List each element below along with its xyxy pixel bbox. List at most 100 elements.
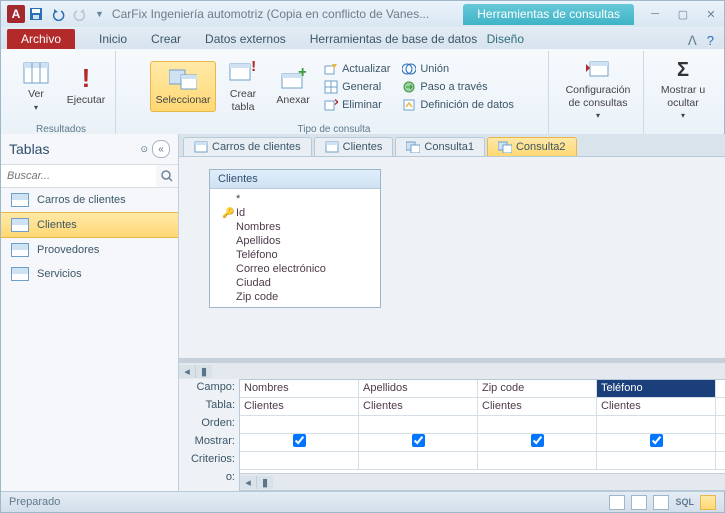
nav-item-carros-de-clientes[interactable]: Carros de clientes (1, 188, 178, 212)
grid-cell[interactable] (359, 416, 478, 433)
field-zip-code[interactable]: Zip code (210, 290, 380, 304)
tab-datos-externos[interactable]: Datos externos (193, 29, 298, 49)
grid-cell[interactable] (478, 434, 597, 451)
grid-cell[interactable] (478, 416, 597, 433)
grid-table[interactable]: NombresApellidosZip codeTeléfonoClientes… (239, 379, 725, 491)
mostrar-ocultar-button[interactable]: Σ Mostrar u ocultar▾ (654, 51, 712, 126)
tab-inicio[interactable]: Inicio (87, 29, 139, 49)
grid-cell[interactable] (359, 452, 478, 469)
show-checkbox[interactable] (412, 434, 425, 447)
datasheet-view-icon[interactable] (609, 495, 625, 510)
search-input[interactable] (1, 165, 156, 187)
close-button[interactable]: ✕ (704, 8, 718, 21)
doc-tab-consulta2[interactable]: Consulta2 (487, 137, 577, 156)
grid-cell[interactable]: Clientes (240, 398, 359, 415)
tab-diseno[interactable]: Diseño (457, 29, 554, 49)
ejecutar-button[interactable]: ! Ejecutar (63, 61, 109, 112)
undo-icon[interactable] (51, 7, 65, 21)
nav-collapse-button[interactable]: « (152, 140, 170, 158)
svg-text:!: ! (251, 61, 256, 75)
config-label: Configuración de consultas (562, 84, 634, 109)
field-ciudad[interactable]: Ciudad (210, 276, 380, 290)
grid-label: o: (179, 469, 235, 487)
sql-view-button[interactable]: SQL (675, 497, 694, 507)
maximize-button[interactable]: ▢ (676, 8, 690, 21)
grid-cell[interactable] (478, 452, 597, 469)
ver-button[interactable]: Ver▾ (13, 55, 59, 117)
grid-cell[interactable]: Zip code (478, 380, 597, 397)
show-checkbox[interactable] (650, 434, 663, 447)
grid-cell[interactable]: Clientes (359, 398, 478, 415)
grid-cell[interactable] (359, 434, 478, 451)
field-teléfono[interactable]: Teléfono (210, 248, 380, 262)
table-box-clientes[interactable]: Clientes *🔑IdNombresApellidosTeléfonoCor… (209, 169, 381, 308)
query-icon (406, 141, 420, 153)
grid-horizontal-scrollbar[interactable]: ◂▮▸ (240, 473, 725, 490)
union-button[interactable]: Unión (398, 61, 518, 77)
field-apellidos[interactable]: Apellidos (210, 234, 380, 248)
pivottable-view-icon[interactable] (631, 495, 647, 510)
actualizar-button[interactable]: Actualizar (320, 61, 394, 77)
grid-cell[interactable] (716, 416, 725, 433)
show-checkbox[interactable] (293, 434, 306, 447)
eliminar-button[interactable]: ×Eliminar (320, 97, 394, 113)
grid-cell[interactable]: Clientes (597, 398, 716, 415)
configuracion-consultas-button[interactable]: Configuración de consultas▾ (559, 51, 637, 126)
show-checkbox[interactable] (531, 434, 544, 447)
save-icon[interactable] (29, 7, 43, 21)
help-icon[interactable]: ? (707, 33, 714, 49)
grid-cell[interactable] (716, 380, 725, 397)
grid-cell[interactable] (597, 452, 716, 469)
pivotchart-view-icon[interactable] (653, 495, 669, 510)
update-icon (324, 62, 338, 76)
tab-crear[interactable]: Crear (139, 29, 193, 49)
tab-archivo[interactable]: Archivo (7, 29, 75, 49)
grid-cell[interactable] (716, 398, 725, 415)
query-diagram-pane[interactable]: Clientes *🔑IdNombresApellidosTeléfonoCor… (179, 157, 725, 362)
nav-dropdown-icon[interactable]: ⊙ (140, 144, 148, 155)
field-correo-electrónico[interactable]: Correo electrónico (210, 262, 380, 276)
seleccionar-label: Seleccionar (156, 94, 211, 107)
ejecutar-label: Ejecutar (67, 94, 106, 107)
grid-cell[interactable] (240, 452, 359, 469)
search-icon[interactable] (156, 165, 178, 187)
grid-cell[interactable]: Nombres (240, 380, 359, 397)
grid-cell[interactable] (716, 434, 725, 451)
seleccionar-button[interactable]: Seleccionar (150, 61, 216, 112)
grid-cell[interactable] (240, 416, 359, 433)
doc-tab-consulta1[interactable]: Consulta1 (395, 137, 485, 156)
qat-dropdown-icon[interactable]: ▼ (95, 9, 104, 19)
nav-item-proovedores[interactable]: Proovedores (1, 238, 178, 262)
table-icon (11, 243, 29, 257)
grid-cell[interactable]: Apellidos (359, 380, 478, 397)
general-button[interactable]: General (320, 79, 394, 95)
paso-a-traves-button[interactable]: Paso a través (398, 79, 518, 95)
definicion-datos-button[interactable]: Definición de datos (398, 97, 518, 113)
ribbon-minimize-icon[interactable]: ᐱ (688, 33, 697, 49)
nav-item-servicios[interactable]: Servicios (1, 262, 178, 286)
redo-icon[interactable] (73, 7, 87, 21)
doc-tab-carros-de-clientes[interactable]: Carros de clientes (183, 137, 312, 156)
diagram-horizontal-scrollbar[interactable]: ◂▮▸ (179, 362, 725, 379)
nav-item-clientes[interactable]: Clientes (1, 212, 178, 238)
grid-cell[interactable] (716, 452, 725, 469)
grid-cell[interactable]: Clientes (478, 398, 597, 415)
anexar-button[interactable]: + Anexar (270, 61, 316, 112)
primary-key-icon: 🔑 (222, 208, 232, 219)
doc-tab-clientes[interactable]: Clientes (314, 137, 394, 156)
ver-label: Ver (28, 88, 44, 101)
maketable-icon: ! (229, 60, 257, 86)
grid-cell[interactable]: Teléfono (597, 380, 716, 397)
grid-cell[interactable] (597, 434, 716, 451)
field-star[interactable]: * (210, 192, 380, 206)
field-nombres[interactable]: Nombres (210, 220, 380, 234)
crear-tabla-button[interactable]: ! Crear tabla (220, 55, 266, 118)
mostrar-label: Mostrar u ocultar (657, 84, 709, 109)
union-icon (402, 62, 416, 76)
minimize-button[interactable]: ─ (648, 8, 662, 21)
field-id[interactable]: 🔑Id (210, 206, 380, 220)
grid-cell[interactable] (597, 416, 716, 433)
nav-title[interactable]: Tablas (9, 141, 49, 157)
grid-cell[interactable] (240, 434, 359, 451)
design-view-icon[interactable] (700, 495, 716, 510)
